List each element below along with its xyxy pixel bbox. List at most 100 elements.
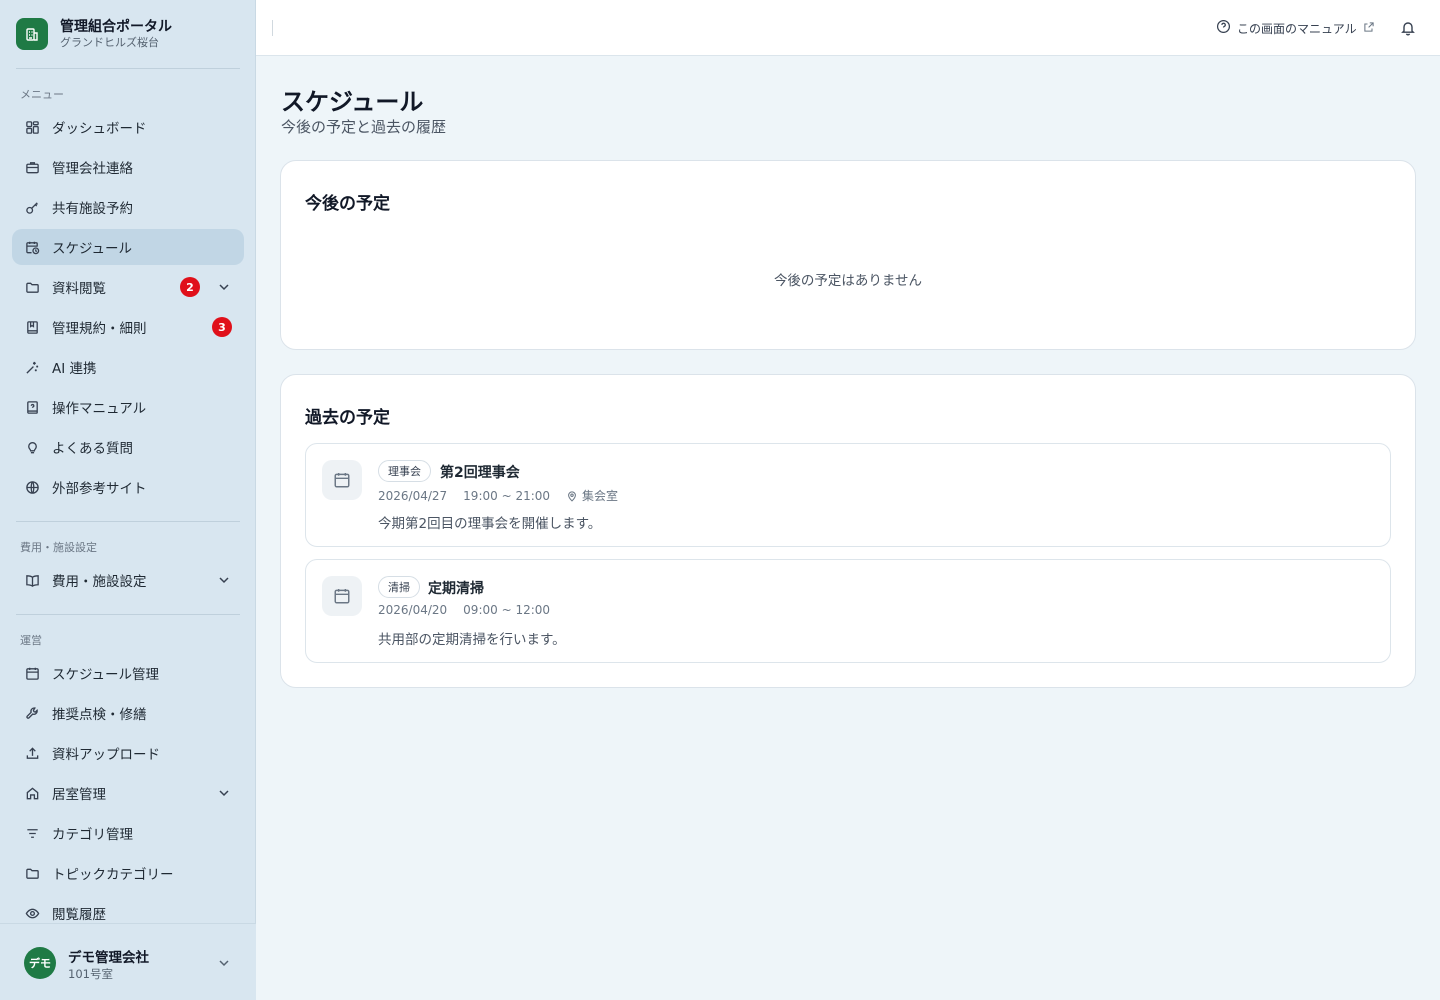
- nav-item-documents[interactable]: 資料閲覧 2: [12, 269, 244, 305]
- upcoming-title: 今後の予定: [305, 194, 390, 214]
- key-icon: [24, 199, 40, 215]
- event-item[interactable]: 清掃 定期清掃 2026/04/20 09:00 ~ 12:00 共用部の定期清…: [305, 559, 1391, 663]
- sidebar: 管理組合ポータル グランドヒルズ桜台 メニュー ダッシュボード 管理会社連絡 共…: [0, 0, 256, 1000]
- user-room: 101号室: [68, 967, 113, 981]
- nav-item-label: 費用・施設設定: [52, 574, 147, 590]
- event-item[interactable]: 理事会 第2回理事会 2026/04/27 19:00 ~ 21:00 集会室 …: [305, 443, 1391, 547]
- sparkle-icon: [24, 359, 40, 375]
- nav-item-label: ダッシュボード: [52, 121, 147, 137]
- page-subtitle: 今後の予定と過去の履歴: [281, 118, 447, 136]
- nav-item-label: 居室管理: [52, 787, 106, 803]
- event-title: 第2回理事会: [440, 465, 520, 481]
- nav-item-label: 閲覧履歴: [52, 907, 106, 923]
- brand-subtitle: グランドヒルズ桜台: [60, 36, 159, 49]
- nav-item-category-management[interactable]: カテゴリ管理: [12, 815, 244, 851]
- screen-manual-link[interactable]: この画面のマニュアル: [1216, 18, 1375, 38]
- bell-icon[interactable]: [1400, 20, 1416, 36]
- nav-item-manual[interactable]: 操作マニュアル: [12, 389, 244, 425]
- notification-badge: 3: [212, 317, 232, 337]
- divider: [16, 614, 240, 615]
- calendar-icon: [24, 665, 40, 681]
- map-pin-icon: [568, 490, 576, 502]
- book-icon: [24, 319, 40, 335]
- nav-item-label: 管理規約・細則: [52, 321, 147, 337]
- calendar-icon: [322, 576, 362, 616]
- divider: [16, 68, 240, 69]
- event-time: 19:00 ~ 21:00: [463, 488, 551, 503]
- event-description: 共用部の定期清掃を行います。: [378, 632, 566, 648]
- filter-icon: [24, 825, 40, 841]
- external-link-icon: [1363, 21, 1375, 36]
- chevron-down-icon[interactable]: [216, 572, 232, 588]
- nav-item-room-management[interactable]: 居室管理: [12, 775, 244, 811]
- nav-item-topic-category[interactable]: トピックカテゴリー: [12, 855, 244, 891]
- calendar-clock-icon: [24, 239, 40, 255]
- past-events-card: 過去の予定 理事会 第2回理事会 2026/04/27 19:00 ~ 21:0…: [280, 374, 1416, 688]
- nav-item-management-contact[interactable]: 管理会社連絡: [12, 149, 244, 185]
- event-location: 集会室: [566, 487, 618, 504]
- globe-icon: [24, 479, 40, 495]
- section-label-fees: 費用・施設設定: [20, 541, 97, 554]
- nav-item-label: 管理会社連絡: [52, 161, 133, 177]
- user-name: デモ管理会社: [68, 950, 149, 966]
- event-date: 2026/04/20: [378, 603, 448, 617]
- chevron-down-icon[interactable]: [216, 279, 232, 295]
- folder-icon: [24, 279, 40, 295]
- upload-icon: [24, 745, 40, 761]
- nav-item-external-sites[interactable]: 外部参考サイト: [12, 469, 244, 505]
- divider: [16, 521, 240, 522]
- divider: [272, 20, 273, 36]
- past-title: 過去の予定: [305, 408, 390, 428]
- avatar: デモ: [24, 947, 56, 979]
- chevron-down-icon[interactable]: [216, 785, 232, 801]
- nav-item-label: AI 連携: [52, 361, 97, 377]
- grid-icon: [24, 119, 40, 135]
- nav-item-schedule-management[interactable]: スケジュール管理: [12, 655, 244, 691]
- nav-item-label: トピックカテゴリー: [52, 867, 174, 883]
- nav-item-schedule[interactable]: スケジュール: [12, 229, 244, 265]
- event-meta: 2026/04/27 19:00 ~ 21:00 集会室: [378, 487, 618, 504]
- chevron-down-icon[interactable]: [216, 955, 232, 971]
- nav-item-label: 共有施設予約: [52, 201, 133, 217]
- calendar-icon: [322, 460, 362, 500]
- lightbulb-icon: [24, 439, 40, 455]
- manual-icon: [24, 399, 40, 415]
- nav-item-facility-booking[interactable]: 共有施設予約: [12, 189, 244, 225]
- nav-item-ai[interactable]: AI 連携: [12, 349, 244, 385]
- event-tag: 理事会: [378, 460, 431, 482]
- open-book-icon: [24, 572, 40, 588]
- nav-item-label: カテゴリ管理: [52, 827, 133, 843]
- building-icon: [16, 18, 48, 50]
- event-meta: 2026/04/20 09:00 ~ 12:00: [378, 603, 550, 617]
- nav-item-upload[interactable]: 資料アップロード: [12, 735, 244, 771]
- eye-icon: [24, 905, 40, 921]
- section-label-menu: メニュー: [20, 88, 64, 101]
- upcoming-events-card: 今後の予定 今後の予定はありません: [280, 160, 1416, 350]
- user-menu[interactable]: デモ デモ管理会社 101号室: [0, 923, 256, 1000]
- empty-message: 今後の予定はありません: [773, 273, 923, 289]
- nav-item-label: スケジュール管理: [52, 667, 160, 683]
- nav-item-bylaws[interactable]: 管理規約・細則 3: [12, 309, 244, 345]
- briefcase-icon: [24, 159, 40, 175]
- nav-item-label: 推奨点検・修繕: [52, 707, 147, 723]
- nav-item-faq[interactable]: よくある質問: [12, 429, 244, 465]
- event-title: 定期清掃: [428, 581, 484, 597]
- wrench-icon: [24, 705, 40, 721]
- nav-item-label: 操作マニュアル: [52, 401, 147, 417]
- screen-manual-label: この画面のマニュアル: [1237, 21, 1357, 36]
- folder-icon: [24, 865, 40, 881]
- event-date: 2026/04/27: [378, 488, 448, 503]
- page-title: スケジュール: [281, 88, 424, 116]
- nav-item-inspection[interactable]: 推奨点検・修繕: [12, 695, 244, 731]
- event-time: 09:00 ~ 12:00: [463, 603, 551, 617]
- event-description: 今期第2回目の理事会を開催します。: [378, 516, 602, 532]
- brand-title: 管理組合ポータル: [60, 19, 172, 35]
- nav-item-dashboard[interactable]: ダッシュボード: [12, 109, 244, 145]
- nav-item-label: 外部参考サイト: [52, 481, 147, 497]
- nav-item-label: よくある質問: [52, 441, 133, 457]
- help-circle-icon: [1216, 19, 1231, 37]
- brand[interactable]: 管理組合ポータル グランドヒルズ桜台: [16, 16, 240, 52]
- nav-item-fee-settings[interactable]: 費用・施設設定: [12, 562, 244, 598]
- home-icon: [24, 785, 40, 801]
- nav-item-label: スケジュール: [52, 241, 133, 257]
